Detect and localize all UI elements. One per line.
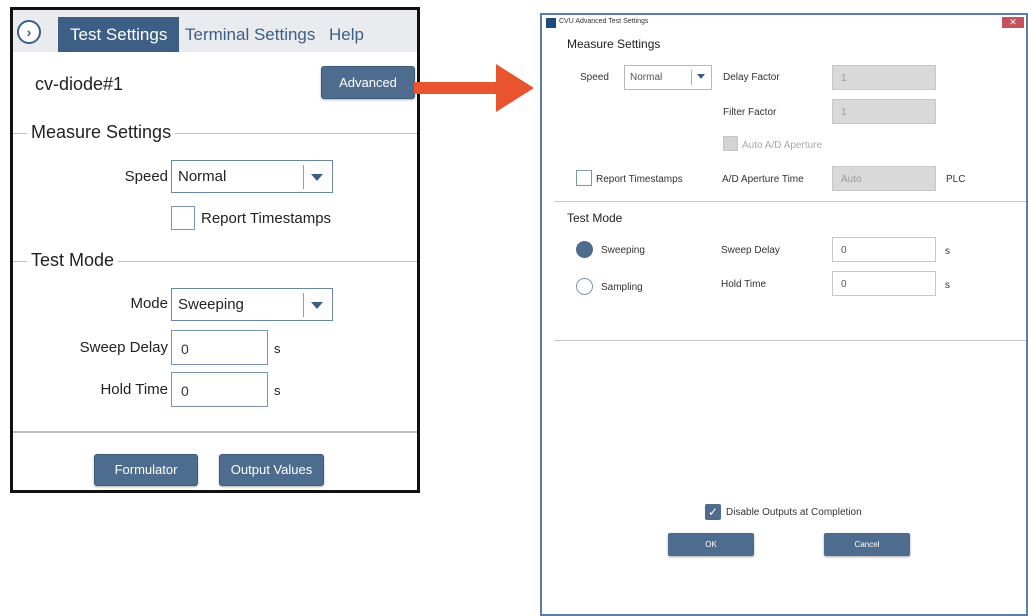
advanced-button[interactable]: Advanced [321, 66, 415, 99]
report-timestamps-checkbox[interactable] [171, 206, 195, 230]
dialog-speed-value: Normal [630, 72, 663, 83]
dialog-hold-time-input[interactable]: 0 [832, 271, 936, 296]
device-name: cv-diode#1 [35, 74, 124, 94]
delay-factor-value: 1 [841, 73, 847, 84]
tab-help[interactable]: Help [317, 17, 376, 52]
chevron-right-icon[interactable]: › [17, 20, 41, 44]
test-settings-panel: › Test Settings Terminal Settings Help c… [10, 7, 420, 493]
delay-factor-label: Delay Factor [723, 72, 780, 83]
sweeping-radio[interactable] [576, 241, 593, 258]
hold-time-input[interactable]: 0 [171, 372, 268, 407]
formulator-button[interactable]: Formulator [94, 454, 198, 486]
ad-aperture-time-value: Auto [841, 174, 862, 185]
sweep-delay-unit: s [274, 341, 281, 356]
dialog-sweep-delay-unit: s [945, 246, 950, 257]
dialog-measure-settings-title: Measure Settings [567, 37, 661, 51]
disable-outputs-checkbox[interactable]: ✓ [705, 504, 721, 520]
tab-test-settings[interactable]: Test Settings [58, 17, 180, 52]
filter-factor-value: 1 [841, 107, 847, 118]
test-mode-title: Test Mode [27, 250, 119, 271]
close-icon[interactable]: ✕ [1002, 17, 1024, 28]
dialog-test-mode-title: Test Mode [567, 211, 623, 225]
advanced-settings-dialog: CVU Advanced Test Settings ✕ Measure Set… [540, 13, 1028, 616]
hold-time-unit: s [274, 383, 281, 398]
select-separator [303, 165, 304, 189]
sweep-delay-input[interactable]: 0 [171, 330, 268, 365]
section-divider [554, 340, 1026, 341]
dialog-report-timestamps-label: Report Timestamps [596, 174, 683, 185]
dialog-titlebar: CVU Advanced Test Settings ✕ [542, 15, 1026, 32]
select-separator [303, 293, 304, 317]
dialog-title: CVU Advanced Test Settings [559, 18, 649, 25]
ad-aperture-time-input[interactable]: Auto [832, 166, 936, 191]
sweeping-label: Sweeping [601, 245, 645, 256]
tab-terminal-settings[interactable]: Terminal Settings [173, 17, 327, 52]
ad-aperture-unit: PLC [946, 174, 966, 185]
ad-aperture-time-label: A/D Aperture Time [722, 174, 804, 185]
sampling-label: Sampling [601, 282, 643, 293]
arrow-head [496, 64, 534, 112]
ok-button[interactable]: OK [668, 533, 754, 556]
select-separator [691, 70, 692, 85]
caret-down-icon [311, 174, 323, 181]
dialog-sweep-delay-input[interactable]: 0 [832, 237, 936, 262]
sweep-delay-value: 0 [181, 341, 189, 357]
delay-factor-input[interactable]: 1 [832, 65, 936, 90]
mode-select[interactable]: Sweeping [171, 288, 333, 321]
sampling-radio[interactable] [576, 278, 593, 295]
dialog-hold-time-unit: s [945, 280, 950, 291]
dialog-report-timestamps-checkbox[interactable] [576, 170, 592, 186]
cancel-button[interactable]: Cancel [824, 533, 910, 556]
dialog-hold-time-value: 0 [841, 279, 847, 290]
measure-settings-title: Measure Settings [27, 122, 176, 143]
hold-time-label: Hold Time [100, 381, 168, 398]
section-divider [554, 201, 1026, 202]
filter-factor-input[interactable]: 1 [832, 99, 936, 124]
speed-label: Speed [124, 168, 168, 185]
auto-ad-aperture-label: Auto A/D Aperture [742, 140, 823, 151]
dialog-speed-select[interactable]: Normal [624, 65, 712, 90]
dialog-sweep-delay-label: Sweep Delay [721, 245, 780, 256]
hold-time-value: 0 [181, 383, 189, 399]
panel-header: › Test Settings Terminal Settings Help [13, 10, 417, 52]
caret-down-icon [697, 74, 705, 79]
auto-ad-aperture-checkbox[interactable] [723, 136, 738, 151]
output-values-button[interactable]: Output Values [219, 454, 324, 486]
dialog-hold-time-label: Hold Time [721, 279, 767, 290]
app-icon [546, 18, 556, 28]
filter-factor-label: Filter Factor [723, 107, 777, 118]
mode-select-value: Sweeping [178, 296, 244, 313]
speed-select[interactable]: Normal [171, 160, 333, 193]
footer-divider [13, 431, 417, 433]
dialog-speed-label: Speed [580, 72, 609, 83]
speed-select-value: Normal [178, 168, 227, 185]
report-timestamps-label: Report Timestamps [201, 210, 332, 227]
mode-label: Mode [130, 295, 168, 312]
caret-down-icon [311, 302, 323, 309]
dialog-sweep-delay-value: 0 [841, 245, 847, 256]
disable-outputs-label: Disable Outputs at Completion [726, 507, 862, 518]
arrow-right-icon [414, 64, 534, 112]
sweep-delay-label: Sweep Delay [79, 339, 168, 356]
arrow-shaft [414, 82, 502, 94]
